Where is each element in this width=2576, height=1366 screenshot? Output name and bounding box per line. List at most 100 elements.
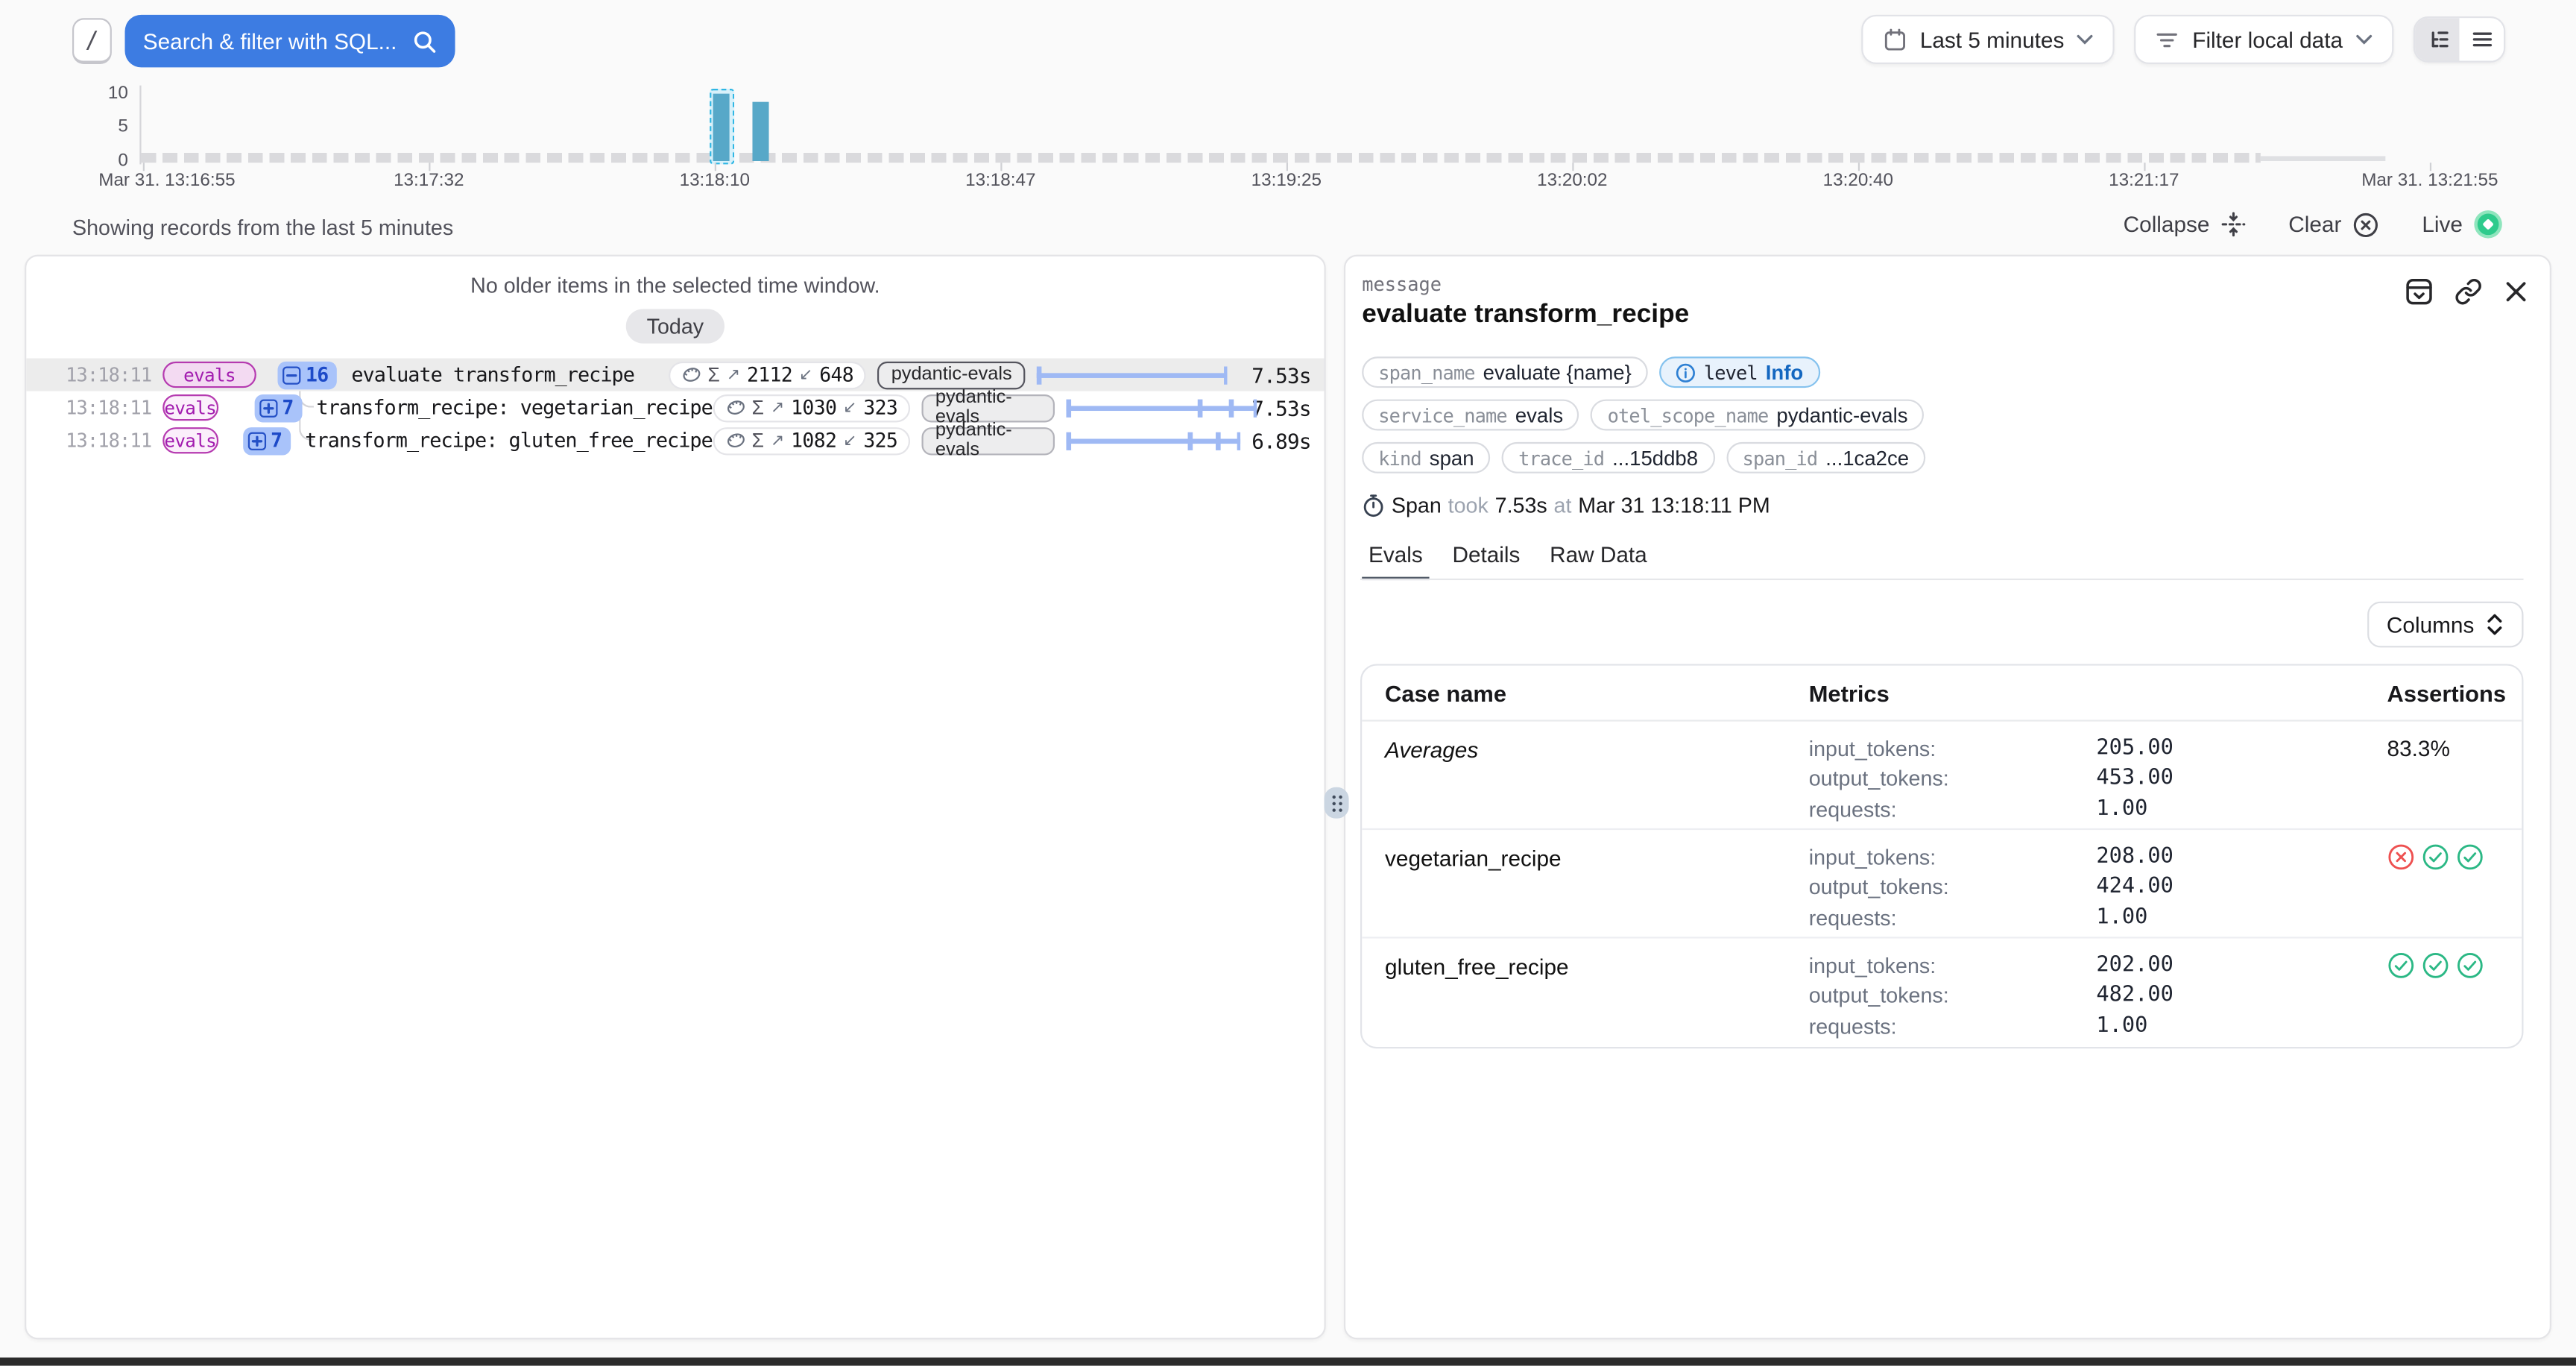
attr-pill-service-name[interactable]: service_name evals [1362,400,1579,431]
window-bottom-edge [0,1358,2576,1366]
trace-row-evaluate-transform-recipe[interactable]: 13:18:11 evals 16 evaluate transform_rec… [26,358,1324,391]
sigma-icon: Σ [708,363,720,386]
expand-children-badge[interactable]: 7 [243,427,291,454]
attribute-row: span_name evaluate {name} level Info [1362,356,2534,388]
filter-label: Filter local data [2192,27,2343,51]
col-metrics: Metrics [1809,679,2387,705]
duration-bar [1037,365,1228,384]
attr-pill-level[interactable]: level Info [1659,356,1819,388]
trace-row-gluten-free-recipe[interactable]: 13:18:11 evals 7 transform_recipe: glute… [26,424,1324,457]
assertion-fail-icon [2387,843,2415,871]
tab-raw-data[interactable]: Raw Data [1543,542,1653,580]
row-timestamp: 13:18:11 [66,396,151,419]
metric-value: 1.00 [2096,1012,2387,1042]
assertion-pass-icon [2387,951,2415,979]
columns-button[interactable]: Columns [2367,602,2523,648]
histogram-selected-bucket[interactable] [709,88,733,163]
tokens-out-arrow-icon: ↙ [843,398,856,416]
tab-details[interactable]: Details [1446,542,1527,580]
detail-tabs: Evals Details Raw Data [1345,542,2550,580]
evals-tag-pill: evals [162,362,256,388]
collapse-button[interactable]: Collapse [2124,212,2246,236]
attr-value: pydantic-evals [1776,403,1907,427]
clear-button[interactable]: Clear [2288,211,2379,237]
metric-label: input_tokens: [1809,951,2097,982]
attr-key: service_name [1378,403,1507,427]
metric-value: 482.00 [2096,982,2387,1013]
x-tick-label: 13:18:10 [680,170,750,189]
metric-label: output_tokens: [1809,982,2097,1013]
table-row-vegetarian-recipe: vegetarian_recipe input_tokens:208.00 ou… [1362,830,2522,938]
tokens-in: 2112 [747,363,792,386]
list-view-button[interactable] [2460,18,2504,60]
token-usage-pill: Σ ↗ 1082 ↙ 325 [713,427,911,454]
search-button[interactable]: Search & filter with SQL... [125,15,455,68]
tokens-in-arrow-icon: ↗ [771,398,784,416]
attr-pill-kind[interactable]: kind span [1362,442,1490,473]
collapse-label: Collapse [2124,212,2210,236]
histogram-bar-2[interactable] [751,101,768,162]
close-panel-button[interactable] [2504,280,2528,304]
filter-local-data-button[interactable]: Filter local data [2135,15,2393,64]
baseline-solid-tail [2261,155,2386,161]
assertion-pass-icon [2422,843,2449,871]
panel-resize-handle[interactable] [1325,787,1349,819]
x-tick-label: 13:18:47 [965,170,1035,189]
token-usage-pill: Σ ↗ 1030 ↙ 323 [713,394,911,421]
metrics-cell: input_tokens:205.00 output_tokens:453.00… [1809,734,2387,828]
attr-pill-trace-id[interactable]: trace_id ...15ddb8 [1502,442,1714,473]
scope-tag: pydantic-evals [922,394,1055,421]
attr-key: otel_scope_name [1608,403,1769,427]
tab-evals[interactable]: Evals [1362,542,1429,580]
span-attributes: span_name evaluate {name} level Info ser… [1345,330,2550,473]
tokens-out-arrow-icon: ↙ [843,432,856,450]
assertion-pass-icon [2422,951,2449,979]
close-icon [2504,280,2528,304]
evals-table: Case name Metrics Assertions Averages in… [1360,664,2524,1048]
attr-value: ...15ddb8 [1612,446,1698,469]
histogram-bar-1[interactable] [713,93,729,160]
tokens-out: 648 [819,363,853,386]
span-name: evaluate transform_recipe [351,363,634,386]
search-button-label: Search & filter with SQL... [143,29,397,54]
collapse-children-badge[interactable]: 16 [277,361,336,388]
x-tick-label: Mar 31. 13:16:55 [98,170,235,189]
square-minus-icon [282,365,300,383]
span-name: transform_recipe: gluten_free_recipe [305,429,713,452]
assertion-pass-icon [2456,843,2484,871]
stopwatch-icon [1362,493,1385,517]
assertions-percentage: 83.3% [2387,736,2506,828]
expand-children-badge[interactable]: 7 [254,394,302,421]
trace-list-panel: No older items in the selected time wind… [25,255,1326,1340]
columns-label: Columns [2387,612,2474,637]
attr-pill-span-id[interactable]: span_id ...1ca2ce [1726,442,1926,473]
duration-text: 7.53s [1239,362,1311,387]
table-row-gluten-free-recipe: gluten_free_recipe input_tokens:202.00 o… [1362,939,2522,1047]
sigma-icon: Σ [752,396,764,419]
duration-bar [1067,397,1235,417]
trace-row-vegetarian-recipe[interactable]: 13:18:11 evals 7 transform_recipe: veget… [26,391,1324,424]
detail-title: evaluate transform_recipe [1362,300,2530,330]
scope-tag: pydantic-evals [922,427,1055,454]
span-timing-line: Span took 7.53s at Mar 31 13:18:11 PM [1362,493,2550,517]
dock-panel-button[interactable] [2405,277,2433,305]
row-timestamp: 13:18:11 [66,363,151,386]
attr-pill-span-name[interactable]: span_name evaluate {name} [1362,356,1648,388]
child-count: 7 [271,429,282,452]
metric-value: 1.00 [2096,795,2387,825]
detail-header-actions [2405,277,2528,305]
time-range-button[interactable]: Last 5 minutes [1860,15,2115,64]
attr-pill-otel-scope-name[interactable]: otel_scope_name pydantic-evals [1591,400,1925,431]
attribute-row: kind span trace_id ...15ddb8 span_id ...… [1362,442,2534,473]
tree-view-icon [2425,28,2449,51]
live-toggle[interactable]: Live [2422,210,2501,238]
date-chip: Today [625,309,725,343]
timing-timestamp: Mar 31 13:18:11 PM [1578,493,1770,517]
copy-link-button[interactable] [2455,277,2482,305]
clear-circle-x-icon [2353,211,2379,237]
attr-value: span [1430,446,1474,469]
tree-view-button[interactable] [2415,18,2460,60]
attribute-row: service_name evals otel_scope_name pydan… [1362,400,2534,431]
row-right-group: Σ ↗ 1030 ↙ 323 pydantic-evals 7.53s [713,394,1311,421]
metric-value: 208.00 [2096,843,2387,874]
